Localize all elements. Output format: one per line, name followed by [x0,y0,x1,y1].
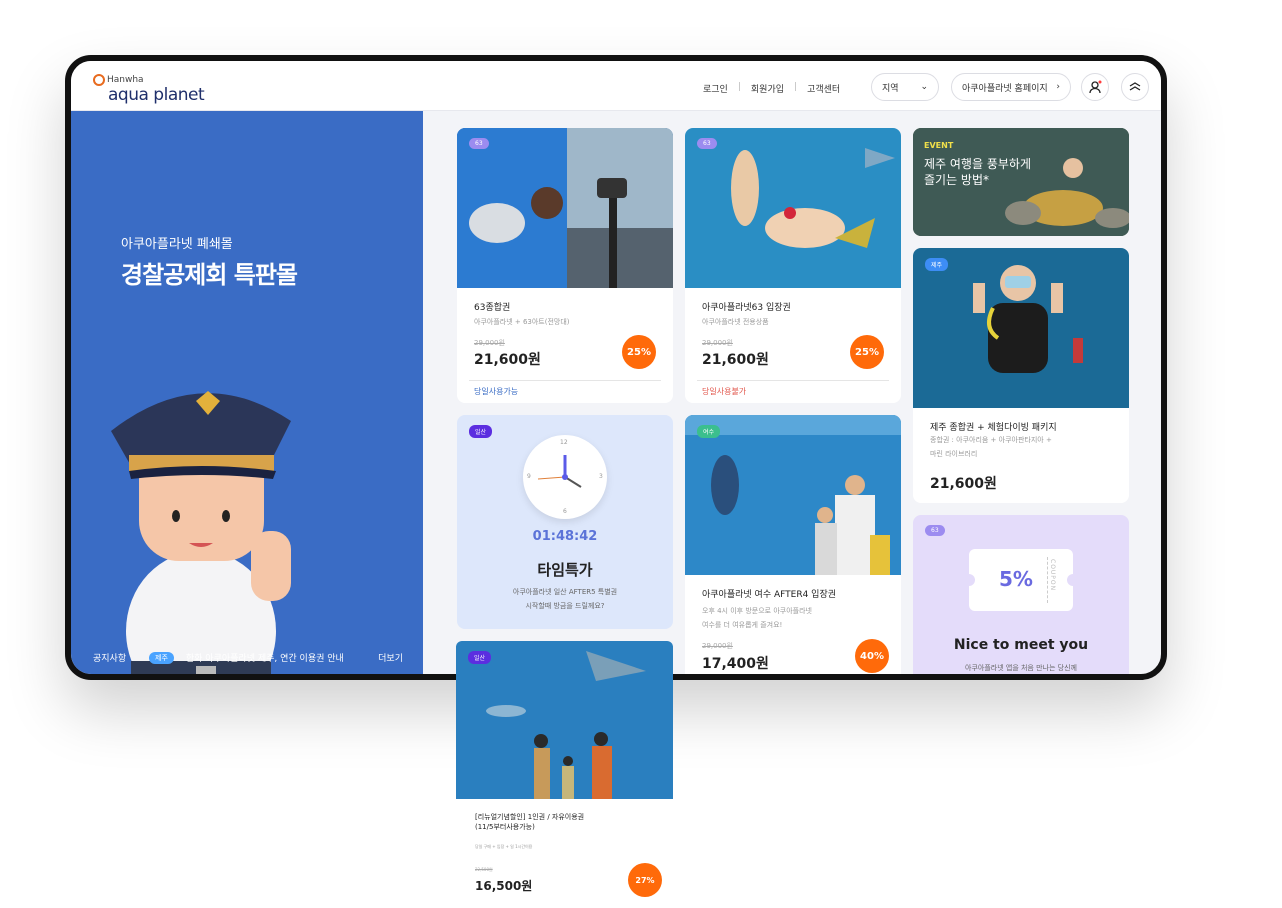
location-tag: 여수 [697,425,721,438]
more-link[interactable]: 더보기 [378,651,403,664]
sale-price: 21,600원 [702,352,769,368]
product-desc-line2: 마린 라이브러리 [930,450,978,458]
product-desc-line2: 여수를 더 여유롭게 즐겨요! [702,621,783,629]
product-name-line2: (11/5부터사용가능) [475,823,535,831]
product-card-63-admission[interactable]: 63 아쿠아플라넷63 입장권 아쿠아플라넷 전용상품 29,000원 21,6… [685,128,901,403]
event-title-line2: 즐기는 방법* [924,173,990,187]
user-icon [1089,80,1102,94]
product-card-jeju-diving[interactable]: 제주 제주 종합권 + 체험다이빙 패키지 종합권 : 아쿠아리움 + 아쿠아판… [913,248,1129,503]
notice-label: 공지사항 [93,654,127,664]
chevron-right-icon: › [1056,82,1060,92]
hero-subtitle: 아쿠아플라넷 폐쇄몰 [121,237,233,252]
hero-panel: 아쿠아플라넷 폐쇄몰 경찰공제회 특판몰 공지사항 제주 한화 아쿠아플라넷 제… [71,111,423,674]
location-tag: 제주 [925,258,949,271]
product-desc-line1: 종합권 : 아쿠아리움 + 아쿠아판타지아 + [930,436,1052,444]
product-desc: 아쿠아플라넷 전용상품 [702,318,769,326]
location-tag: 63 [697,138,717,149]
original-price: 29,000원 [702,339,733,347]
coupon-title: Nice to meet you [953,637,1089,653]
product-name: 63종합권 [474,303,511,313]
notice-bar: 공지사항 제주 한화 아쿠아플라넷 제주, 연간 이용권 안내 더보기 [93,651,403,664]
discount-badge: 25% [850,335,884,369]
menu-button[interactable] [1121,73,1149,101]
discount-badge: 25% [622,335,656,369]
homepage-label: 아쿠아플라넷 홈페이지 [962,83,1048,94]
clock-hands [537,455,582,488]
event-title-line1: 제주 여행을 풍부하게 [924,157,1031,171]
availability-status: 당일사용불가 [702,387,747,396]
ticket-notch [1067,574,1079,586]
menu-icon [1129,82,1141,91]
sale-price: 21,600원 [474,352,541,368]
ticket-notch [963,574,975,586]
time-deal-card[interactable]: 일산 12 3 6 9 01:48:42 타임특가 아쿠아플라넷 일산 AFTE… [457,415,673,629]
product-desc-line1: 오후 4시 이후 방문으로 아쿠아플라넷 [702,607,812,615]
coupon-ticket-icon: 5% COUPON [963,549,1079,611]
nav-separator: | [737,82,741,92]
coupon-percent: 5% [999,567,1033,591]
hero-title: 경찰공제회 특판몰 [121,261,298,289]
region-label: 지역 [882,83,899,94]
product-card-ilsan-renewal[interactable]: 일산 [리뉴얼기념할인] 1인권 / 자유이용권 (11/5부터사용가능) 당일… [456,641,673,903]
coupon-vertical-label: COUPON [1049,559,1056,592]
sale-price: 17,400원 [702,656,769,672]
login-link[interactable]: 로그인 [703,82,728,95]
product-name: 아쿠아플라넷 여수 AFTER4 입장권 [702,590,837,600]
logo-brand-text: Hanwha [107,75,144,85]
original-price: 29,000원 [702,642,733,650]
location-tag: 일산 [468,651,492,664]
location-tag: 일산 [469,425,493,438]
location-tag: 63 [925,525,945,536]
region-select[interactable]: 지역 ⌄ [871,73,939,101]
sale-price: 16,500원 [475,879,533,893]
notice-text[interactable]: 한화 아쿠아플라넷 제주, 연간 이용권 안내 [186,651,378,664]
device-frame: Hanwha aqua planet 로그인 | 회원가입 | 고객센터 지역 … [65,55,1167,680]
location-tag: 63 [469,138,489,149]
product-name: 아쿠아플라넷63 입장권 [702,303,791,313]
nav-separator: | [794,82,798,92]
ticket-divider [1047,557,1048,603]
sale-price: 21,600원 [930,476,997,492]
coupon-card[interactable]: 63 5% COUPON Nice to meet you 아쿠아플라넷 앱을 … [913,515,1129,674]
brand-logo[interactable]: Hanwha aqua planet [93,71,233,105]
product-name-line1: [리뉴얼기념할인] 1인권 / 자유이용권 [475,813,585,821]
time-deal-desc-line1: 아쿠아플라넷 일산 AFTER5 특별권 [512,588,618,596]
discount-badge: 40% [855,639,889,673]
product-card-yeosu-after4[interactable]: 여수 아쿠아플라넷 여수 AFTER4 입장권 오후 4시 이후 방문으로 아쿠… [685,415,901,674]
product-desc: 당일 구매 + 입장 + 일 1시간이용 [475,844,533,849]
original-price: 22,500원 [475,867,493,872]
logo-name-text: aqua planet [108,85,205,105]
time-deal-desc-line2: 시작할때 방금을 드릴께요? [525,602,605,610]
diver-photo [913,248,1129,408]
time-deal-title: 타임특가 [537,561,593,579]
original-price: 29,000원 [474,339,505,347]
product-name: 제주 종합권 + 체험다이빙 패키지 [930,423,1057,433]
countdown-timer: 01:48:42 [532,529,598,544]
clock-icon: 12 3 6 9 [523,435,607,519]
aquarium-seal-photo [457,128,673,288]
top-nav: 로그인 | 회원가입 | 고객센터 [703,82,840,95]
product-desc: 아쿠아플라넷 + 63아트(전망대) [474,318,570,326]
user-button[interactable] [1081,73,1109,101]
top-header: Hanwha aqua planet 로그인 | 회원가입 | 고객센터 지역 … [71,61,1161,111]
discount-badge: 27% [628,863,662,897]
homepage-button[interactable]: 아쿠아플라넷 홈페이지 › [951,73,1071,101]
yeosu-aquarium-photo [685,415,901,575]
divider [469,380,661,381]
coupon-desc: 아쿠아플라넷 앱을 처음 만나는 당신께 [965,664,1077,672]
product-card-63-combo[interactable]: 63 63종합권 아쿠아플라넷 + 63아트(전망대) 29,000원 21,6… [457,128,673,403]
notice-badge: 제주 [149,651,174,664]
availability-status: 당일사용가능 [474,387,519,396]
chevron-down-icon: ⌄ [920,82,928,92]
ilsan-aquarium-photo [456,641,673,799]
mermaid-show-photo [685,128,901,288]
divider [697,380,889,381]
signup-link[interactable]: 회원가입 [751,82,784,95]
police-mascot-illustration [111,391,291,674]
hanwha-logo-icon [93,74,105,86]
support-link[interactable]: 고객센터 [807,82,840,95]
event-banner-jeju[interactable]: EVENT 제주 여행을 풍부하게 즐기는 방법* [913,128,1129,236]
event-tag: EVENT [924,141,954,150]
